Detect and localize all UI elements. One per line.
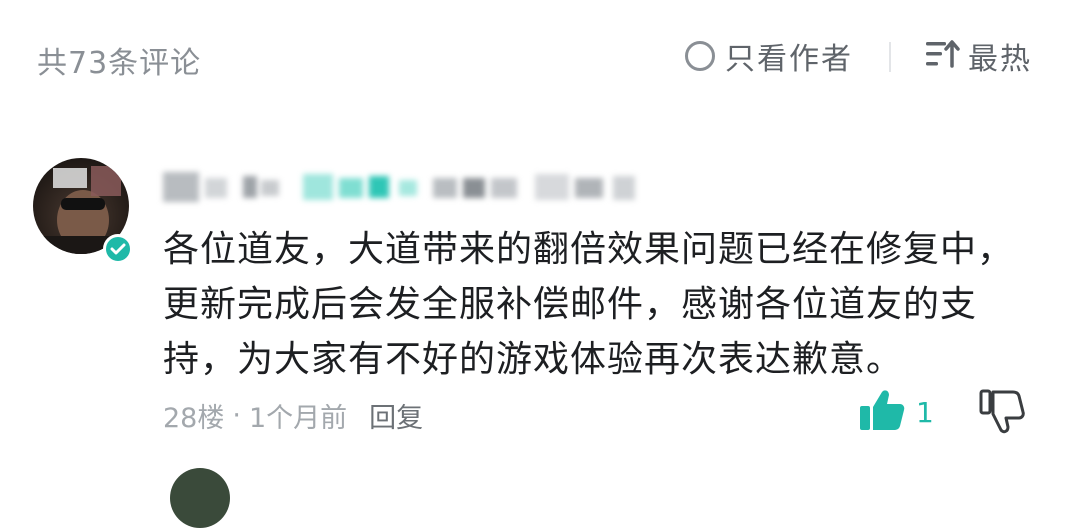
username[interactable] [163, 164, 663, 210]
comment-meta: 28楼 · 1个月前 回复 [163, 396, 423, 435]
author-only-label: 只看作者 [725, 42, 853, 77]
dislike-button[interactable] [977, 388, 1027, 438]
avatar[interactable] [33, 158, 133, 264]
floor-number: 28楼 [163, 403, 225, 434]
verified-check-icon [103, 234, 133, 264]
author-only-toggle[interactable]: 只看作者 [685, 36, 853, 77]
meta-separator: · [232, 400, 241, 431]
like-count: 1 [916, 395, 934, 429]
sort-lines-icon [924, 39, 960, 73]
like-button[interactable]: 1 [858, 388, 934, 436]
comment-time: 1个月前 [248, 403, 348, 434]
header-divider [889, 42, 891, 72]
thumbs-down-icon [977, 389, 1027, 438]
radio-circle-icon [685, 41, 715, 71]
comment-text: 各位道友，大道带来的翻倍效果问题已经在修复中，更新完成后会发全服补偿邮件，感谢各… [163, 229, 1015, 380]
thumbs-up-icon [858, 388, 906, 436]
reply-button[interactable]: 回复 [369, 396, 423, 435]
sort-label: 最热 [968, 42, 1032, 77]
comment-item: 各位道友，大道带来的翻倍效果问题已经在修复中，更新完成后会发全服补偿邮件，感谢各… [0, 150, 1080, 450]
comment-count: 共73条评论 [37, 46, 202, 81]
next-comment-avatar[interactable] [170, 468, 230, 528]
sort-button[interactable]: 最热 [924, 36, 1032, 77]
comments-header: 共73条评论 只看作者 最热 [0, 0, 1080, 116]
